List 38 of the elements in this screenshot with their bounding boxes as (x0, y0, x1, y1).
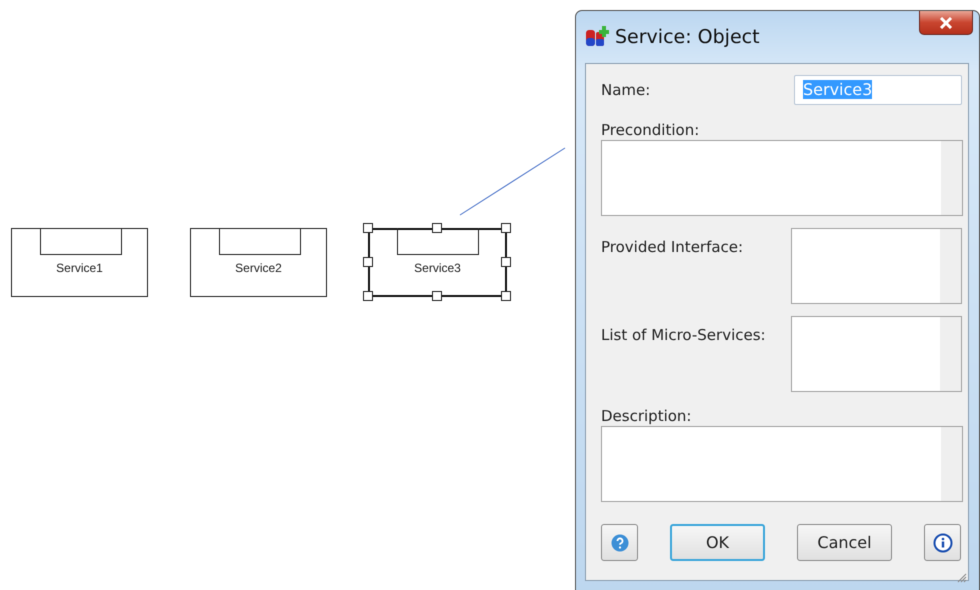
field-label: List of Micro-Services: (601, 325, 766, 346)
service-node[interactable]: Service1 (11, 228, 148, 297)
resize-grip-icon (957, 573, 967, 583)
window-title: Service: Object (615, 26, 761, 48)
dialog-button[interactable]: Cancel (797, 524, 892, 561)
app-logo-icon (585, 25, 609, 49)
text-area[interactable] (791, 316, 962, 392)
resize-handle[interactable] (501, 223, 511, 233)
service-node[interactable]: Service2 (190, 228, 327, 297)
info-button[interactable] (924, 524, 961, 561)
help-button[interactable] (601, 524, 638, 561)
text-area[interactable] (601, 140, 963, 216)
field-label: Name: (601, 81, 650, 99)
resize-handle[interactable] (432, 291, 442, 301)
resize-handle[interactable] (501, 257, 511, 267)
scrollbar[interactable] (940, 229, 961, 303)
scrollbar[interactable] (940, 317, 961, 391)
resize-handle[interactable] (363, 257, 373, 267)
scrollbar[interactable] (941, 427, 962, 501)
field-label: Provided Interface: (601, 237, 744, 258)
text-area[interactable] (601, 426, 963, 502)
close-icon (939, 16, 953, 28)
resize-handle[interactable] (501, 291, 511, 301)
service-node[interactable]: Service3 (368, 228, 507, 297)
text-area[interactable] (791, 228, 962, 304)
resize-handle[interactable] (432, 223, 442, 233)
resize-handle[interactable] (363, 291, 373, 301)
node-label: Service1 (55, 261, 104, 275)
close-button[interactable] (919, 11, 973, 35)
field-label: Description: (601, 408, 692, 424)
node-label: Service2 (234, 261, 283, 275)
info-icon (932, 532, 952, 552)
resize-handle[interactable] (363, 223, 373, 233)
dialog-button[interactable]: OK (670, 524, 765, 561)
field-label: Precondition: (601, 122, 700, 138)
help-icon (610, 534, 628, 552)
node-label: Service3 (413, 261, 462, 275)
scrollbar[interactable] (941, 141, 962, 215)
